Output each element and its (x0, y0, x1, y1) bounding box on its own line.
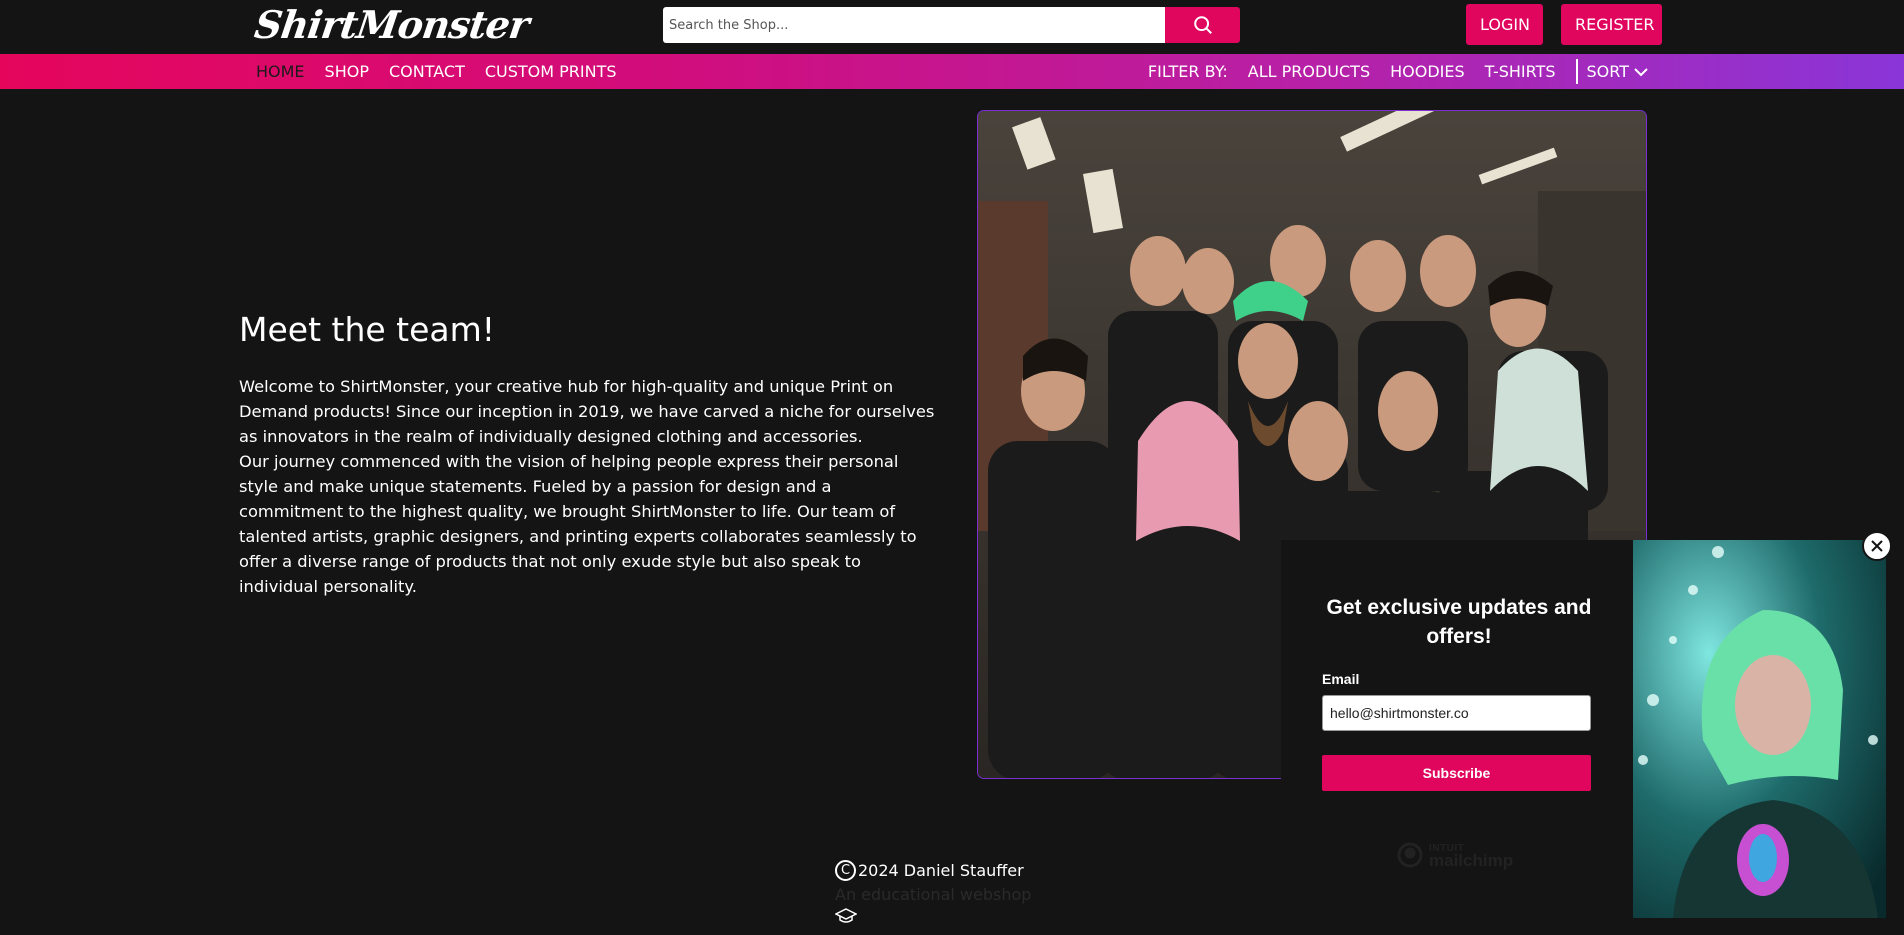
about-paragraph-1: Welcome to ShirtMonster, your creative h… (239, 377, 935, 446)
top-header: ShirtMonster LOGIN REGISTER (0, 0, 1904, 54)
copyright: C 2024 Daniel Stauffer (835, 860, 1235, 881)
logo-text[interactable]: ShirtMonster (252, 2, 532, 47)
mailchimp-text: INTUIT mailchimp (1429, 843, 1514, 870)
page-title: Meet the team! (239, 310, 495, 349)
nav-primary: HOME SHOP CONTACT CUSTOM PRINTS (256, 54, 617, 89)
filter-hoodies[interactable]: HOODIES (1390, 62, 1465, 81)
search-input[interactable] (663, 7, 1165, 43)
mailchimp-icon (1397, 842, 1423, 868)
email-field[interactable] (1322, 695, 1591, 731)
main-navigation: HOME SHOP CONTACT CUSTOM PRINTS FILTER B… (0, 54, 1904, 89)
mailchimp-logo[interactable]: INTUIT mailchimp (1395, 840, 1513, 870)
footer-tagline: An educational webshop (835, 885, 1032, 904)
nav-contact[interactable]: CONTACT (389, 62, 465, 81)
popup-close-button[interactable] (1862, 531, 1892, 561)
newsletter-form: Get exclusive updates and offers! Email … (1281, 540, 1633, 918)
filter-all-products[interactable]: ALL PRODUCTS (1248, 62, 1370, 81)
close-icon (1871, 540, 1883, 552)
filter-t-shirts[interactable]: T-SHIRTS (1485, 62, 1556, 81)
chevron-down-icon (1634, 67, 1648, 76)
popup-model-image (1633, 540, 1886, 918)
nav-shop[interactable]: SHOP (325, 62, 369, 81)
footer: C 2024 Daniel Stauffer An educational we… (834, 860, 1235, 928)
popup-title: Get exclusive updates and offers! (1326, 596, 1592, 648)
register-button[interactable]: REGISTER (1561, 4, 1662, 45)
subscribe-button[interactable]: Subscribe (1322, 755, 1591, 791)
filter-by-label: FILTER BY: (1147, 62, 1228, 81)
search-bar (663, 7, 1240, 43)
login-button[interactable]: LOGIN (1466, 4, 1543, 45)
sort-dropdown[interactable]: SORT (1575, 59, 1648, 84)
search-button[interactable] (1165, 7, 1240, 43)
copyright-icon: C (835, 860, 856, 881)
nav-home[interactable]: HOME (256, 62, 305, 81)
email-label: Email (1322, 671, 1360, 687)
newsletter-popup: Get exclusive updates and offers! Email … (1281, 540, 1886, 918)
nav-filters: FILTER BY: ALL PRODUCTS HOODIES T-SHIRTS… (1148, 54, 1648, 89)
mailchimp-label: mailchimp (1429, 851, 1514, 870)
about-paragraph-2: Our journey commenced with the vision of… (239, 452, 917, 596)
sort-label: SORT (1586, 62, 1629, 81)
search-icon (1193, 16, 1212, 34)
graduation-cap-icon (834, 908, 1235, 928)
shirtmonster-logo[interactable]: ShirtMonster (252, 0, 532, 48)
copyright-text: 2024 Daniel Stauffer (858, 861, 1024, 880)
about-section: Meet the team! Welcome to ShirtMonster, … (239, 310, 939, 599)
nav-custom-prints[interactable]: CUSTOM PRINTS (485, 62, 617, 81)
